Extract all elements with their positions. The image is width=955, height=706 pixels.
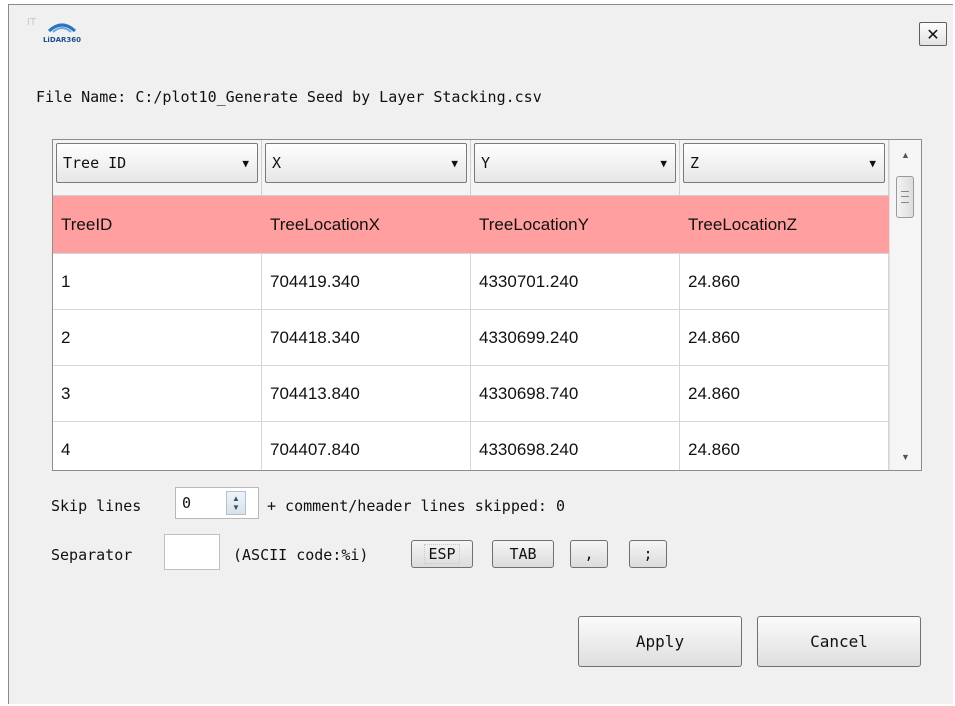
esp-button-label: ESP (424, 544, 460, 564)
file-name-label: File Name: C:/plot10_Generate Seed by La… (36, 88, 542, 106)
apply-button[interactable]: Apply (578, 616, 742, 667)
column-3-selector[interactable]: Y ▼ (474, 143, 676, 183)
dropdown-arrow-icon: ▼ (660, 156, 667, 170)
table-cell[interactable]: 1 (53, 254, 262, 309)
table-cell[interactable]: 4330698.740 (471, 366, 680, 421)
table-cell[interactable]: 24.860 (680, 366, 889, 421)
table-cell[interactable]: 24.860 (680, 310, 889, 365)
dropdown-arrow-icon: ▼ (869, 156, 876, 170)
table-cell[interactable]: 4330698.240 (471, 422, 680, 470)
comma-button-label: , (584, 545, 594, 563)
vertical-scrollbar[interactable]: ▲ ▼ (889, 140, 921, 470)
spin-up-icon[interactable]: ▲ (232, 494, 240, 503)
column-selector-cell: Z ▼ (680, 140, 889, 196)
skip-lines-value: 0 (182, 494, 192, 512)
skip-lines-label: Skip lines (51, 497, 142, 515)
separator-comma-button[interactable]: , (570, 540, 608, 568)
preview-table: Tree ID ▼ X ▼ Y ▼ Z ▼ TreeID TreeLocatio… (52, 139, 922, 471)
csv-header-row: TreeID TreeLocationX TreeLocationY TreeL… (53, 196, 889, 254)
table-row: 1 704419.340 4330701.240 24.860 (53, 254, 889, 310)
grip-icon (901, 191, 909, 203)
scroll-down-icon[interactable]: ▼ (890, 446, 921, 468)
column-2-selector-value: X (272, 154, 282, 172)
table-cell[interactable]: TreeLocationZ (680, 196, 889, 253)
skip-lines-spinbox[interactable]: 0 ▲ ▼ (175, 487, 259, 519)
app-logo-icon: LiDAR360 (43, 23, 81, 44)
skipped-lines-label: + comment/header lines skipped: 0 (267, 497, 566, 515)
scroll-up-icon[interactable]: ▲ (890, 144, 921, 166)
close-button[interactable]: ✕ (919, 22, 947, 46)
separator-label: Separator (51, 546, 133, 564)
separator-esp-button[interactable]: ESP (411, 540, 473, 568)
table-cell[interactable]: TreeLocationY (471, 196, 680, 253)
separator-semicolon-button[interactable]: ; (629, 540, 667, 568)
separator-input[interactable] (164, 534, 220, 570)
column-4-selector[interactable]: Z ▼ (683, 143, 885, 183)
table-cell[interactable]: TreeLocationX (262, 196, 471, 253)
column-selector-cell: Tree ID ▼ (53, 140, 262, 196)
table-cell[interactable]: 4 (53, 422, 262, 470)
table-grid: Tree ID ▼ X ▼ Y ▼ Z ▼ TreeID TreeLocatio… (53, 140, 889, 470)
table-cell[interactable]: 704419.340 (262, 254, 471, 309)
table-cell[interactable]: TreeID (53, 196, 262, 253)
table-cell[interactable]: 704413.840 (262, 366, 471, 421)
column-1-selector-value: Tree ID (63, 154, 127, 172)
column-2-selector[interactable]: X ▼ (265, 143, 467, 183)
table-row: 4 704407.840 4330698.240 24.860 (53, 422, 889, 470)
separator-tab-button[interactable]: TAB (492, 540, 554, 568)
column-selector-cell: Y ▼ (471, 140, 680, 196)
table-row: 2 704418.340 4330699.240 24.860 (53, 310, 889, 366)
table-cell[interactable]: 4330701.240 (471, 254, 680, 309)
dropdown-arrow-icon: ▼ (451, 156, 458, 170)
column-selector-row: Tree ID ▼ X ▼ Y ▼ Z ▼ (53, 140, 889, 196)
table-cell[interactable]: 704418.340 (262, 310, 471, 365)
tab-button-label: TAB (509, 545, 537, 563)
table-cell[interactable]: 24.860 (680, 254, 889, 309)
column-1-selector[interactable]: Tree ID ▼ (56, 143, 258, 183)
table-cell[interactable]: 4330699.240 (471, 310, 680, 365)
table-cell[interactable]: 704407.840 (262, 422, 471, 470)
import-csv-dialog: IT LiDAR360 ✕ File Name: C:/plot10_Gener… (8, 4, 953, 704)
table-cell[interactable]: 24.860 (680, 422, 889, 470)
table-row: 3 704413.840 4330698.740 24.860 (53, 366, 889, 422)
ascii-code-label: (ASCII code:%i) (233, 546, 369, 564)
column-4-selector-value: Z (690, 154, 700, 172)
table-cell[interactable]: 2 (53, 310, 262, 365)
column-selector-cell: X ▼ (262, 140, 471, 196)
close-icon: ✕ (926, 24, 940, 44)
cancel-button[interactable]: Cancel (757, 616, 921, 667)
dropdown-arrow-icon: ▼ (242, 156, 249, 170)
table-cell[interactable]: 3 (53, 366, 262, 421)
logo-text: LiDAR360 (43, 36, 81, 44)
scroll-thumb[interactable] (896, 176, 914, 218)
spin-buttons[interactable]: ▲ ▼ (226, 491, 246, 515)
spin-down-icon[interactable]: ▼ (232, 503, 240, 512)
column-3-selector-value: Y (481, 154, 491, 172)
semicolon-button-label: ; (643, 545, 653, 563)
